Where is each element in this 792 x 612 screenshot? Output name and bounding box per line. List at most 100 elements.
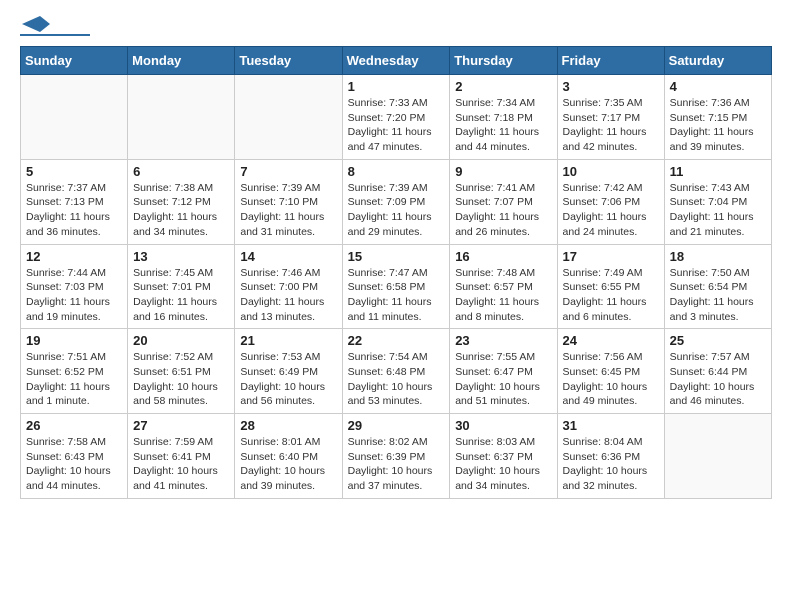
day-info: Sunrise: 7:36 AM Sunset: 7:15 PM Dayligh… bbox=[670, 96, 766, 155]
day-number: 16 bbox=[455, 249, 551, 264]
calendar-cell: 21Sunrise: 7:53 AM Sunset: 6:49 PM Dayli… bbox=[235, 329, 342, 414]
day-info: Sunrise: 7:41 AM Sunset: 7:07 PM Dayligh… bbox=[455, 181, 551, 240]
col-header-wednesday: Wednesday bbox=[342, 47, 450, 75]
day-number: 19 bbox=[26, 333, 122, 348]
calendar-cell: 3Sunrise: 7:35 AM Sunset: 7:17 PM Daylig… bbox=[557, 75, 664, 160]
calendar-cell: 29 Sunrise: 8:02 AM Sunset: 6:39 PM Dayli… bbox=[342, 414, 450, 499]
day-number: 1 bbox=[348, 79, 445, 94]
day-number: 13 bbox=[133, 249, 229, 264]
day-number: 10 bbox=[563, 164, 659, 179]
calendar-header-row: SundayMondayTuesdayWednesdayThursdayFrid… bbox=[21, 47, 772, 75]
calendar-cell: 22 Sunrise: 7:54 AM Sunset: 6:48 PM Dayli… bbox=[342, 329, 450, 414]
page-header bbox=[20, 20, 772, 36]
day-number: 27 bbox=[133, 418, 229, 433]
calendar-cell: 6 Sunrise: 7:38 AM Sunset: 7:12 PM Daylig… bbox=[128, 159, 235, 244]
calendar-cell: 27 Sunrise: 7:59 AM Sunset: 6:41 PM Dayli… bbox=[128, 414, 235, 499]
calendar-cell: 1 Sunrise: 7:33 AM Sunset: 7:20 PM Daylig… bbox=[342, 75, 450, 160]
calendar-week-row: 26Sunrise: 7:58 AM Sunset: 6:43 PM Dayli… bbox=[21, 414, 772, 499]
day-number: 7 bbox=[240, 164, 336, 179]
calendar-cell: 12 Sunrise: 7:44 AM Sunset: 7:03 PM Dayli… bbox=[21, 244, 128, 329]
day-info: Sunrise: 8:03 AM Sunset: 6:37 PM Dayligh… bbox=[455, 435, 551, 494]
calendar-cell: 20 Sunrise: 7:52 AM Sunset: 6:51 PM Dayli… bbox=[128, 329, 235, 414]
day-info: Sunrise: 7:42 AM Sunset: 7:06 PM Dayligh… bbox=[563, 181, 659, 240]
day-info: Sunrise: 7:48 AM Sunset: 6:57 PM Dayligh… bbox=[455, 266, 551, 325]
day-number: 20 bbox=[133, 333, 229, 348]
day-info: Sunrise: 7:39 AM Sunset: 7:09 PM Dayligh… bbox=[348, 181, 445, 240]
calendar-cell: 10 Sunrise: 7:42 AM Sunset: 7:06 PM Dayli… bbox=[557, 159, 664, 244]
logo bbox=[20, 20, 90, 36]
calendar-cell bbox=[664, 414, 771, 499]
day-number: 2 bbox=[455, 79, 551, 94]
calendar-cell: 17 Sunrise: 7:49 AM Sunset: 6:55 PM Dayli… bbox=[557, 244, 664, 329]
day-info: Sunrise: 7:55 AM Sunset: 6:47 PM Dayligh… bbox=[455, 350, 551, 409]
day-info: Sunrise: 8:01 AM Sunset: 6:40 PM Dayligh… bbox=[240, 435, 336, 494]
day-info: Sunrise: 7:43 AM Sunset: 7:04 PM Dayligh… bbox=[670, 181, 766, 240]
day-number: 4 bbox=[670, 79, 766, 94]
logo-underline bbox=[20, 34, 90, 36]
day-number: 6 bbox=[133, 164, 229, 179]
day-info: Sunrise: 7:54 AM Sunset: 6:48 PM Dayligh… bbox=[348, 350, 445, 409]
day-info: Sunrise: 7:59 AM Sunset: 6:41 PM Dayligh… bbox=[133, 435, 229, 494]
day-number: 18 bbox=[670, 249, 766, 264]
day-number: 24 bbox=[563, 333, 659, 348]
day-info: Sunrise: 7:45 AM Sunset: 7:01 PM Dayligh… bbox=[133, 266, 229, 325]
calendar-cell: 2 Sunrise: 7:34 AM Sunset: 7:18 PM Daylig… bbox=[450, 75, 557, 160]
calendar-cell: 4 Sunrise: 7:36 AM Sunset: 7:15 PM Daylig… bbox=[664, 75, 771, 160]
calendar-cell: 13 Sunrise: 7:45 AM Sunset: 7:01 PM Dayli… bbox=[128, 244, 235, 329]
day-info: Sunrise: 7:38 AM Sunset: 7:12 PM Dayligh… bbox=[133, 181, 229, 240]
calendar-cell bbox=[235, 75, 342, 160]
day-info: Sunrise: 7:44 AM Sunset: 7:03 PM Dayligh… bbox=[26, 266, 122, 325]
calendar-cell: 19 Sunrise: 7:51 AM Sunset: 6:52 PM Dayli… bbox=[21, 329, 128, 414]
calendar-cell: 26Sunrise: 7:58 AM Sunset: 6:43 PM Dayli… bbox=[21, 414, 128, 499]
calendar-week-row: 19 Sunrise: 7:51 AM Sunset: 6:52 PM Dayli… bbox=[21, 329, 772, 414]
calendar-table: SundayMondayTuesdayWednesdayThursdayFrid… bbox=[20, 46, 772, 499]
day-info: Sunrise: 7:33 AM Sunset: 7:20 PM Dayligh… bbox=[348, 96, 445, 155]
day-number: 14 bbox=[240, 249, 336, 264]
calendar-cell: 30Sunrise: 8:03 AM Sunset: 6:37 PM Dayli… bbox=[450, 414, 557, 499]
calendar-cell: 24 Sunrise: 7:56 AM Sunset: 6:45 PM Dayli… bbox=[557, 329, 664, 414]
day-info: Sunrise: 8:04 AM Sunset: 6:36 PM Dayligh… bbox=[563, 435, 659, 494]
calendar-cell: 5Sunrise: 7:37 AM Sunset: 7:13 PM Daylig… bbox=[21, 159, 128, 244]
day-info: Sunrise: 7:51 AM Sunset: 6:52 PM Dayligh… bbox=[26, 350, 122, 409]
day-number: 9 bbox=[455, 164, 551, 179]
calendar-cell: 25 Sunrise: 7:57 AM Sunset: 6:44 PM Dayli… bbox=[664, 329, 771, 414]
day-info: Sunrise: 7:50 AM Sunset: 6:54 PM Dayligh… bbox=[670, 266, 766, 325]
day-info: Sunrise: 7:39 AM Sunset: 7:10 PM Dayligh… bbox=[240, 181, 336, 240]
day-number: 28 bbox=[240, 418, 336, 433]
col-header-tuesday: Tuesday bbox=[235, 47, 342, 75]
day-number: 3 bbox=[563, 79, 659, 94]
day-number: 23 bbox=[455, 333, 551, 348]
day-number: 8 bbox=[348, 164, 445, 179]
day-info: Sunrise: 7:53 AM Sunset: 6:49 PM Dayligh… bbox=[240, 350, 336, 409]
day-number: 25 bbox=[670, 333, 766, 348]
calendar-week-row: 5Sunrise: 7:37 AM Sunset: 7:13 PM Daylig… bbox=[21, 159, 772, 244]
calendar-cell: 8 Sunrise: 7:39 AM Sunset: 7:09 PM Daylig… bbox=[342, 159, 450, 244]
logo-arrow-icon bbox=[22, 16, 50, 32]
day-info: Sunrise: 7:46 AM Sunset: 7:00 PM Dayligh… bbox=[240, 266, 336, 325]
day-info: Sunrise: 7:57 AM Sunset: 6:44 PM Dayligh… bbox=[670, 350, 766, 409]
day-number: 29 bbox=[348, 418, 445, 433]
day-info: Sunrise: 7:34 AM Sunset: 7:18 PM Dayligh… bbox=[455, 96, 551, 155]
day-info: Sunrise: 7:49 AM Sunset: 6:55 PM Dayligh… bbox=[563, 266, 659, 325]
day-number: 31 bbox=[563, 418, 659, 433]
day-number: 12 bbox=[26, 249, 122, 264]
calendar-cell: 16 Sunrise: 7:48 AM Sunset: 6:57 PM Dayli… bbox=[450, 244, 557, 329]
col-header-sunday: Sunday bbox=[21, 47, 128, 75]
calendar-cell: 15 Sunrise: 7:47 AM Sunset: 6:58 PM Dayli… bbox=[342, 244, 450, 329]
col-header-friday: Friday bbox=[557, 47, 664, 75]
col-header-monday: Monday bbox=[128, 47, 235, 75]
col-header-thursday: Thursday bbox=[450, 47, 557, 75]
calendar-cell bbox=[21, 75, 128, 160]
calendar-cell: 18 Sunrise: 7:50 AM Sunset: 6:54 PM Dayli… bbox=[664, 244, 771, 329]
day-number: 22 bbox=[348, 333, 445, 348]
day-info: Sunrise: 7:58 AM Sunset: 6:43 PM Dayligh… bbox=[26, 435, 122, 494]
day-info: Sunrise: 7:52 AM Sunset: 6:51 PM Dayligh… bbox=[133, 350, 229, 409]
calendar-week-row: 1 Sunrise: 7:33 AM Sunset: 7:20 PM Daylig… bbox=[21, 75, 772, 160]
calendar-cell: 14 Sunrise: 7:46 AM Sunset: 7:00 PM Dayli… bbox=[235, 244, 342, 329]
day-info: Sunrise: 8:02 AM Sunset: 6:39 PM Dayligh… bbox=[348, 435, 445, 494]
day-number: 15 bbox=[348, 249, 445, 264]
day-number: 17 bbox=[563, 249, 659, 264]
calendar-cell: 23 Sunrise: 7:55 AM Sunset: 6:47 PM Dayli… bbox=[450, 329, 557, 414]
day-info: Sunrise: 7:47 AM Sunset: 6:58 PM Dayligh… bbox=[348, 266, 445, 325]
day-info: Sunrise: 7:56 AM Sunset: 6:45 PM Dayligh… bbox=[563, 350, 659, 409]
